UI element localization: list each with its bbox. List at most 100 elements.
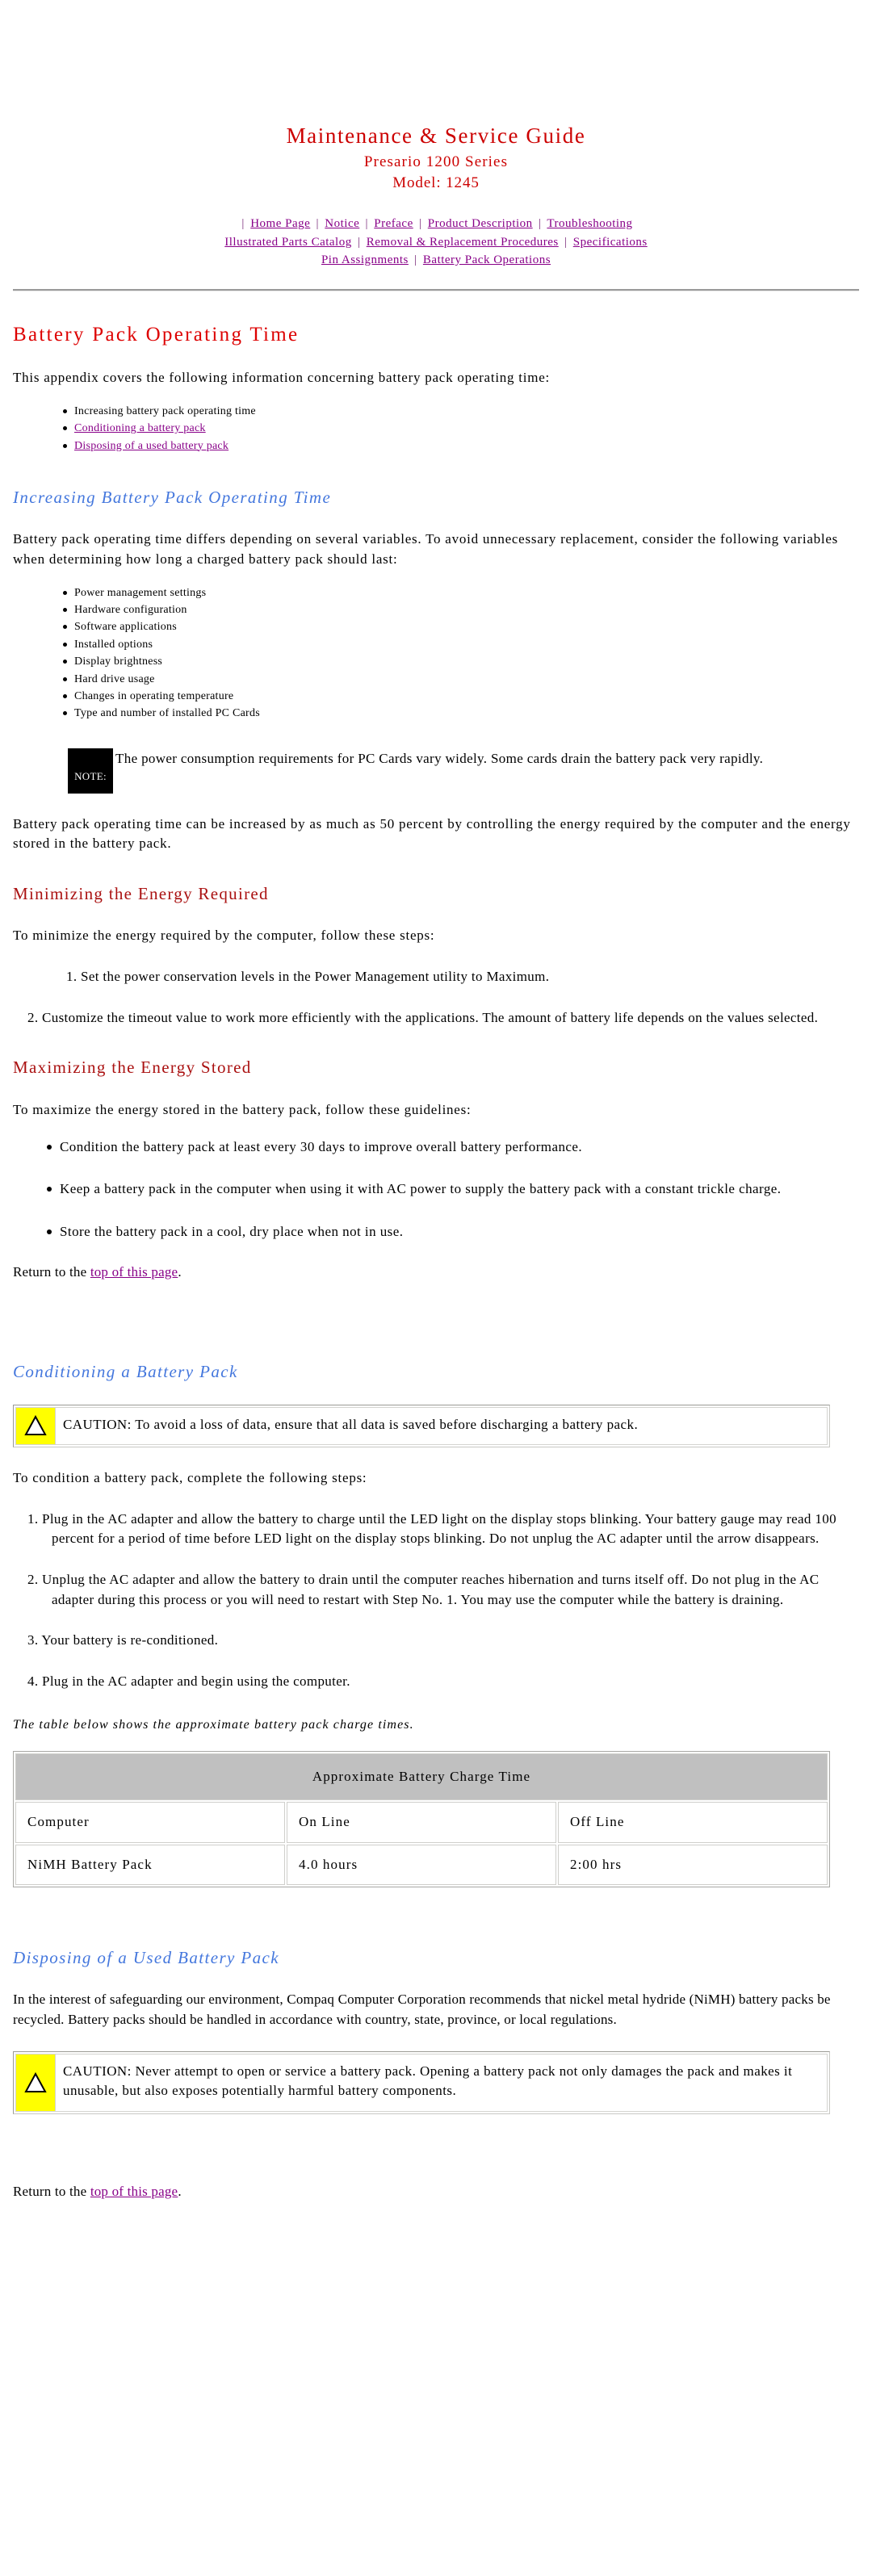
table-body: NiMH Battery Pack 4.0 hours 2:00 hrs	[15, 1844, 828, 1886]
nav-link-removal-replacement-procedures[interactable]: Removal & Replacement Procedures	[367, 236, 559, 249]
nav-separator: |	[316, 217, 320, 231]
return-to-top-line-1: Return to the top of this page.	[13, 1263, 859, 1283]
nav-separator: |	[538, 217, 542, 231]
nav-row-1: | Home Page | Notice | Preface | Product…	[13, 215, 859, 232]
nav-separator: |	[414, 253, 417, 266]
caution-inner: CAUTION: Never attempt to open or servic…	[15, 2053, 828, 2112]
minimizing-step-2: 2. Customize the timeout value to work m…	[27, 1009, 819, 1025]
caution-callout-disposing: CAUTION: Never attempt to open or servic…	[13, 2050, 830, 2114]
return-to-top-line-2: Return to the top of this page.	[13, 2182, 859, 2202]
nav-link-illustrated-parts-catalog[interactable]: Illustrated Parts Catalog	[224, 236, 351, 249]
page-subtitle: Presario 1200 Series	[363, 153, 509, 170]
nav-separator: |	[564, 235, 568, 249]
disposing-paragraph: In the interest of safeguarding our envi…	[13, 1992, 831, 2028]
heading-increasing-battery-pack-operating-time: Increasing Battery Pack Operating Time	[13, 487, 332, 507]
nav-link-home-page[interactable]: Home Page	[250, 217, 310, 230]
table-row: NiMH Battery Pack 4.0 hours 2:00 hrs	[15, 1844, 828, 1886]
table-column-header-on-line: On Line	[287, 1802, 556, 1843]
table-head: Approximate Battery Charge Time Computer…	[15, 1753, 828, 1843]
table-column-header-computer: Computer	[15, 1802, 285, 1843]
maximizing-guidelines-list: Condition the battery pack at least ever…	[13, 1137, 859, 1241]
nav-link-troubleshooting[interactable]: Troubleshooting	[547, 217, 632, 230]
table-title-cell: Approximate Battery Charge Time	[15, 1753, 828, 1801]
toc-link-disposing[interactable]: Disposing of a used battery pack	[74, 440, 228, 452]
maximizing-lead: To maximize the energy stored in the bat…	[13, 1101, 472, 1117]
nav-link-pin-assignments[interactable]: Pin Assignments	[321, 253, 409, 266]
variables-list: Power management settings Hardware confi…	[13, 584, 859, 723]
caution-text: CAUTION: To avoid a loss of data, ensure…	[63, 1416, 639, 1432]
warning-triangle-icon	[16, 1407, 56, 1445]
minimizing-lead: To minimize the energy required by the c…	[13, 928, 435, 944]
toc-link-conditioning[interactable]: Conditioning a battery pack	[74, 422, 206, 434]
increasing-closing-paragraph: Battery pack operating time can be incre…	[13, 815, 851, 852]
section-title-battery-pack-operating-time: Battery Pack Operating Time	[13, 323, 300, 346]
heading-disposing-of-a-used-battery-pack: Disposing of a Used Battery Pack	[13, 1948, 280, 1968]
return-to-top-link[interactable]: top of this page	[90, 1264, 178, 1280]
conditioning-lead: To condition a battery pack, complete th…	[13, 1470, 367, 1486]
conditioning-step-3: 3. Your battery is re-conditioned.	[27, 1632, 219, 1648]
nav-link-battery-pack-operations[interactable]: Battery Pack Operations	[423, 253, 551, 266]
nav-link-preface[interactable]: Preface	[374, 217, 413, 230]
table-cell-off-line: 2:00 hrs	[558, 1844, 828, 1886]
nav-separator: |	[419, 217, 422, 231]
list-item: Display brightness	[63, 653, 859, 670]
table-cell-computer: NiMH Battery Pack	[15, 1844, 285, 1886]
nav-row-3: Pin Assignments | Battery Pack Operation…	[13, 251, 859, 269]
list-item: Changes in operating temperature	[63, 688, 859, 705]
caution-callout-conditioning: CAUTION: To avoid a loss of data, ensure…	[13, 1404, 830, 1448]
approximate-battery-charge-time-table: Approximate Battery Charge Time Computer…	[13, 1750, 830, 1888]
list-item: Keep a battery pack in the computer when…	[47, 1179, 859, 1199]
list-item: Type and number of installed PC Cards	[63, 705, 859, 722]
return-suffix: .	[178, 2183, 182, 2199]
nav-separator: |	[357, 235, 361, 249]
page-model: Model: 1245	[392, 174, 480, 191]
charge-table-caption: The table below shows the approximate ba…	[13, 1717, 414, 1732]
note-badge: NOTE:	[68, 748, 113, 794]
warning-triangle-icon	[16, 2054, 56, 2111]
table-column-header-off-line: Off Line	[558, 1802, 828, 1843]
return-suffix: .	[178, 1263, 182, 1280]
heading-conditioning-a-battery-pack: Conditioning a Battery Pack	[13, 1362, 238, 1382]
note-text: The power consumption requirements for P…	[115, 750, 764, 766]
toc-text-increasing: Increasing battery pack operating time	[74, 404, 256, 417]
list-item: Hard drive usage	[63, 671, 859, 688]
nav-link-specifications[interactable]: Specifications	[573, 236, 648, 249]
caution-text: CAUTION: Never attempt to open or servic…	[63, 2063, 793, 2099]
note-callout: NOTE: The power consumption requirements…	[13, 748, 859, 794]
return-prefix: Return to the	[13, 1263, 90, 1280]
list-item: Conditioning a battery pack	[63, 420, 859, 437]
list-item: Disposing of a used battery pack	[63, 438, 859, 454]
list-item: Software applications	[63, 618, 859, 635]
conditioning-step-1: 1. Plug in the AC adapter and allow the …	[27, 1510, 836, 1547]
conditioning-step-2: 2. Unplug the AC adapter and allow the b…	[27, 1572, 820, 1607]
document-header: Maintenance & Service Guide Presario 120…	[13, 0, 859, 269]
nav-separator: |	[241, 217, 245, 231]
heading-minimizing-the-energy-required: Minimizing the Energy Required	[13, 884, 269, 904]
breadcrumb: | Home Page | Notice | Preface | Product…	[13, 215, 859, 269]
nav-link-product-description[interactable]: Product Description	[428, 217, 533, 230]
return-prefix: Return to the	[13, 2183, 90, 2199]
increasing-paragraph: Battery pack operating time differs depe…	[13, 531, 839, 567]
list-item: Installed options	[63, 636, 859, 653]
table-cell-on-line: 4.0 hours	[287, 1844, 556, 1886]
list-item: Condition the battery pack at least ever…	[47, 1137, 859, 1157]
list-item: Increasing battery pack operating time	[63, 403, 859, 420]
return-to-top-link[interactable]: top of this page	[90, 2184, 178, 2199]
list-item: Store the battery pack in a cool, dry pl…	[47, 1222, 859, 1242]
heading-maximizing-the-energy-stored: Maximizing the Energy Stored	[13, 1058, 252, 1078]
nav-row-2: Illustrated Parts Catalog | Removal & Re…	[13, 233, 859, 251]
conditioning-step-4: 4. Plug in the AC adapter and begin usin…	[27, 1673, 350, 1690]
caution-inner: CAUTION: To avoid a loss of data, ensure…	[15, 1406, 828, 1446]
table-row: Approximate Battery Charge Time	[15, 1753, 828, 1801]
list-item: Hardware configuration	[63, 601, 859, 618]
list-item: Power management settings	[63, 584, 859, 601]
nav-separator: |	[365, 217, 369, 231]
table-row: Computer On Line Off Line	[15, 1802, 828, 1843]
document-page: Maintenance & Service Guide Presario 120…	[0, 0, 872, 2202]
minimizing-step-1: 1. Set the power conservation levels in …	[66, 969, 550, 985]
nav-link-notice[interactable]: Notice	[325, 217, 359, 230]
intro-paragraph: This appendix covers the following infor…	[13, 370, 550, 386]
